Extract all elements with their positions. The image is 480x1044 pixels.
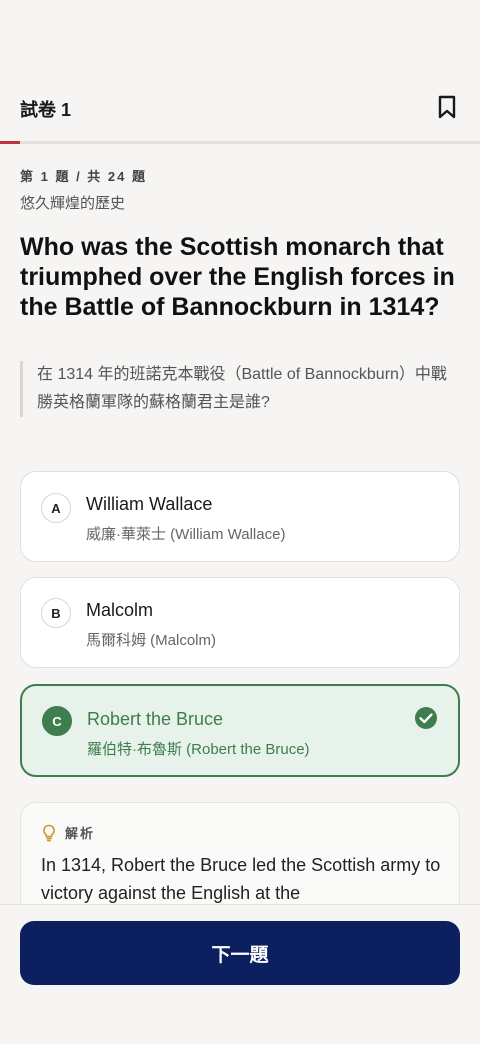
progress-bar: [0, 141, 480, 144]
option-text: William Wallace: [86, 494, 213, 514]
next-question-button[interactable]: 下一題: [20, 921, 460, 985]
option-letter: B: [41, 598, 71, 628]
explanation-label: 解析: [65, 826, 96, 841]
check-circle-icon: [415, 707, 437, 729]
option-a[interactable]: A William Wallace 威廉·華萊士 (William Wallac…: [20, 471, 460, 562]
bookmark-icon: [438, 95, 456, 119]
bookmark-button[interactable]: [434, 94, 460, 120]
option-text: Malcolm: [86, 600, 154, 620]
option-translation: 羅伯特·布魯斯 (Robert the Bruce): [87, 741, 310, 758]
option-translation: 馬爾科姆 (Malcolm): [86, 632, 216, 649]
bottom-bar: 下一題: [0, 904, 480, 1044]
option-translation: 威廉·華萊士 (William Wallace): [86, 526, 286, 543]
page-title: 試卷 1: [20, 100, 72, 120]
option-b[interactable]: B Malcolm 馬爾科姆 (Malcolm): [20, 577, 460, 668]
header: 試卷 1: [0, 0, 480, 141]
explanation-text: In 1314, Robert the Bruce led the Scotti…: [41, 855, 441, 903]
option-letter: C: [42, 706, 72, 736]
lightbulb-icon: [43, 824, 55, 841]
option-letter: A: [41, 493, 71, 523]
question-counter: 第 1 題 / 共 24 題: [20, 169, 147, 184]
question-text: Who was the Scottish monarch that triump…: [20, 233, 455, 321]
question-translation: 在 1314 年的班諾克本戰役（Battle of Bannockburn）中戰…: [20, 361, 450, 417]
progress-fill: [0, 141, 21, 144]
option-text: Robert the Bruce: [87, 709, 224, 729]
explanation-header: 解析: [41, 823, 95, 842]
option-c[interactable]: C Robert the Bruce 羅伯特·布魯斯 (Robert the B…: [20, 684, 460, 777]
question-category: 悠久輝煌的歷史: [20, 195, 126, 212]
